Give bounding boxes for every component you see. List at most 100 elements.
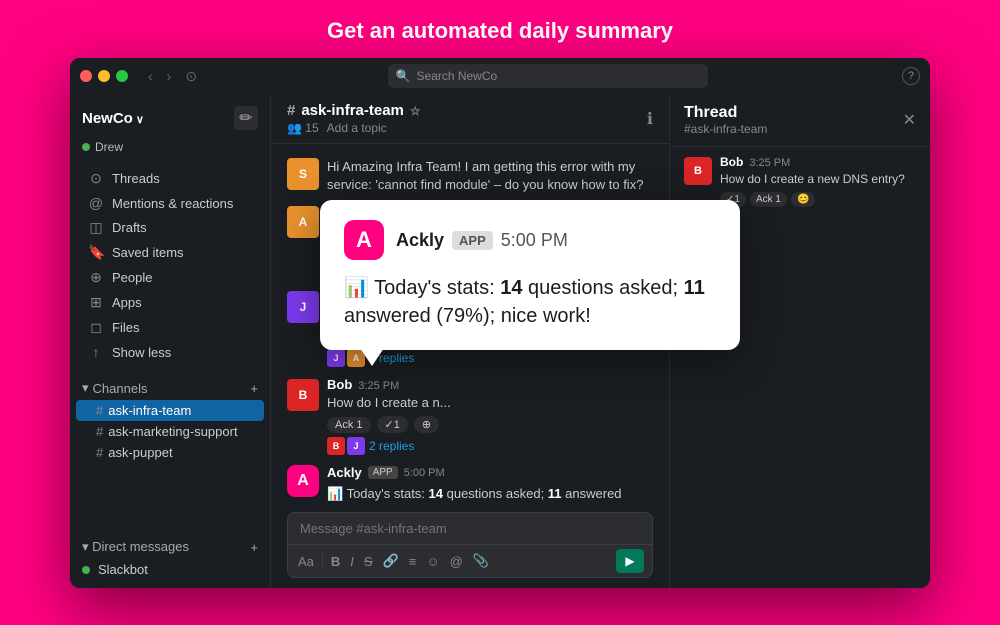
- message-reactions: Ack 1 ✓1 ⊕: [327, 416, 653, 433]
- sidebar-item-label: Show less: [112, 345, 171, 360]
- traffic-lights: [80, 70, 128, 82]
- channel-title: # ask-infra-team ☆: [287, 102, 421, 119]
- popup-time: 5:00 PM: [501, 230, 568, 251]
- channel-hash: #: [96, 403, 103, 418]
- channel-hash: #: [96, 424, 103, 439]
- replies-button[interactable]: B J 2 replies: [327, 437, 653, 455]
- thread-reaction-emoji[interactable]: 😊: [791, 192, 815, 207]
- dm-item-slackbot[interactable]: Slackbot: [70, 559, 270, 580]
- italic-icon[interactable]: I: [348, 552, 356, 571]
- star-icon[interactable]: ☆: [410, 104, 421, 118]
- sidebar-item-label: Drafts: [112, 220, 147, 235]
- reaction-ack[interactable]: Ack 1: [327, 417, 371, 433]
- history-icon[interactable]: ⊙: [185, 68, 197, 85]
- sidebar-item-files[interactable]: ◻ Files: [76, 315, 264, 340]
- saved-icon: 🔖: [88, 244, 104, 261]
- ackly-line1: 📊 Today's stats: 14 questions asked; 11 …: [327, 484, 653, 504]
- channels-collapse-icon: ▾: [82, 380, 89, 396]
- link-icon[interactable]: 🔗: [381, 551, 401, 571]
- popup-stats-label: Today's stats:: [369, 277, 500, 299]
- search-bar[interactable]: 🔍 Search NewCo: [388, 64, 708, 88]
- add-topic[interactable]: Add a topic: [327, 121, 387, 135]
- message-time: 3:25 PM: [358, 380, 399, 392]
- sidebar-item-threads[interactable]: ⊙ Threads: [76, 166, 264, 191]
- thread-message-text: How do I create a new DNS entry?: [720, 171, 916, 188]
- status-dot: [82, 143, 90, 151]
- reaction-check[interactable]: ✓1: [377, 416, 408, 433]
- channel-header: # ask-infra-team ☆ 👥 15 Add a topic ℹ: [271, 94, 669, 144]
- message-row: S Hi Amazing Infra Team! I am getting th…: [271, 152, 669, 198]
- thread-title: Thread: [684, 104, 767, 122]
- popup-a-count: 11: [684, 277, 705, 299]
- mention-icon[interactable]: @: [448, 552, 465, 571]
- message-content: Hi Amazing Infra Team! I am getting this…: [327, 156, 653, 194]
- reply-avatar: J: [327, 349, 345, 367]
- thread-message-content: Bob 3:25 PM How do I create a new DNS en…: [720, 155, 916, 207]
- compose-button[interactable]: ✏: [234, 106, 258, 130]
- message-input[interactable]: [288, 513, 652, 544]
- popup-app-badge: APP: [452, 231, 493, 250]
- emoji-icon[interactable]: ☺: [424, 552, 441, 571]
- avatar: J: [287, 291, 319, 323]
- threads-icon: ⊙: [88, 170, 104, 187]
- channel-item-ask-marketing-support[interactable]: # ask-marketing-support: [76, 421, 264, 442]
- channel-name: ask-puppet: [108, 445, 172, 460]
- sidebar-item-mentions[interactable]: @ Mentions & reactions: [76, 191, 264, 215]
- message-author: Bob: [327, 377, 352, 392]
- thread-close-button[interactable]: ✕: [903, 110, 916, 130]
- sidebar-item-label: Apps: [112, 295, 142, 310]
- bold-icon[interactable]: B: [329, 552, 342, 571]
- help-button[interactable]: ?: [902, 67, 920, 85]
- drafts-icon: ◫: [88, 219, 104, 236]
- popup-answered-label: answered (79%); nice work!: [344, 305, 591, 327]
- channel-item-ask-infra-team[interactable]: # ask-infra-team: [76, 400, 264, 421]
- thread-channel: #ask-infra-team: [684, 122, 767, 136]
- apps-icon: ⊞: [88, 294, 104, 311]
- channel-name: ask-infra-team: [301, 102, 404, 119]
- avatar: B: [684, 157, 712, 185]
- sidebar: NewCo ✏ Drew ⊙ Threads @ Mentions & reac…: [70, 94, 270, 588]
- channel-hash: #: [96, 445, 103, 460]
- maximize-button[interactable]: [116, 70, 128, 82]
- add-channel-icon[interactable]: +: [250, 381, 258, 396]
- sidebar-item-showless[interactable]: ↑ Show less: [76, 340, 264, 364]
- list-icon[interactable]: ≡: [407, 552, 419, 571]
- thread-time: 3:25 PM: [749, 157, 790, 169]
- close-button[interactable]: [80, 70, 92, 82]
- channels-header[interactable]: ▾ Channels +: [70, 376, 270, 400]
- send-button[interactable]: ▶: [616, 549, 644, 573]
- back-button[interactable]: ‹: [144, 66, 157, 86]
- avatar: B: [287, 379, 319, 411]
- files-icon: ◻: [88, 319, 104, 336]
- add-dm-icon[interactable]: +: [250, 540, 258, 555]
- format-icon[interactable]: Aa: [296, 552, 316, 571]
- sidebar-item-drafts[interactable]: ◫ Drafts: [76, 215, 264, 240]
- ackly-message: A Ackly APP 5:00 PM 📊 Today's stats: 14 …: [271, 461, 669, 504]
- sidebar-item-people[interactable]: ⊕ People: [76, 265, 264, 290]
- channel-meta: 👥 15 Add a topic: [287, 121, 421, 135]
- strikethrough-icon[interactable]: S: [362, 552, 375, 571]
- replies-count: 2 replies: [369, 439, 414, 453]
- ackly-author: Ackly: [327, 465, 362, 480]
- channel-name: ask-marketing-support: [108, 424, 237, 439]
- channel-item-ask-puppet[interactable]: # ask-puppet: [76, 442, 264, 463]
- dm-label: Direct messages: [92, 539, 189, 554]
- channels-label: Channels: [93, 381, 148, 396]
- attach-icon[interactable]: 📎: [471, 551, 491, 571]
- mentions-icon: @: [88, 195, 104, 211]
- sidebar-item-label: Mentions & reactions: [112, 196, 233, 211]
- popup-questions-label: questions asked;: [522, 277, 683, 299]
- info-icon[interactable]: ℹ: [647, 109, 653, 129]
- minimize-button[interactable]: [98, 70, 110, 82]
- workspace-name[interactable]: NewCo: [82, 110, 144, 127]
- dm-header[interactable]: ▾ Direct messages +: [70, 535, 270, 559]
- sidebar-item-apps[interactable]: ⊞ Apps: [76, 290, 264, 315]
- message-row: B Bob 3:25 PM How do I create a n... Ack…: [271, 373, 669, 459]
- forward-button[interactable]: ›: [163, 66, 176, 86]
- popup-chart-icon: 📊: [344, 277, 369, 299]
- sidebar-item-label: Threads: [112, 171, 160, 186]
- thread-reaction-ack[interactable]: Ack 1: [750, 192, 787, 207]
- channel-actions: ℹ: [647, 109, 653, 129]
- sidebar-item-saved[interactable]: 🔖 Saved items: [76, 240, 264, 265]
- reaction-add[interactable]: ⊕: [414, 416, 439, 433]
